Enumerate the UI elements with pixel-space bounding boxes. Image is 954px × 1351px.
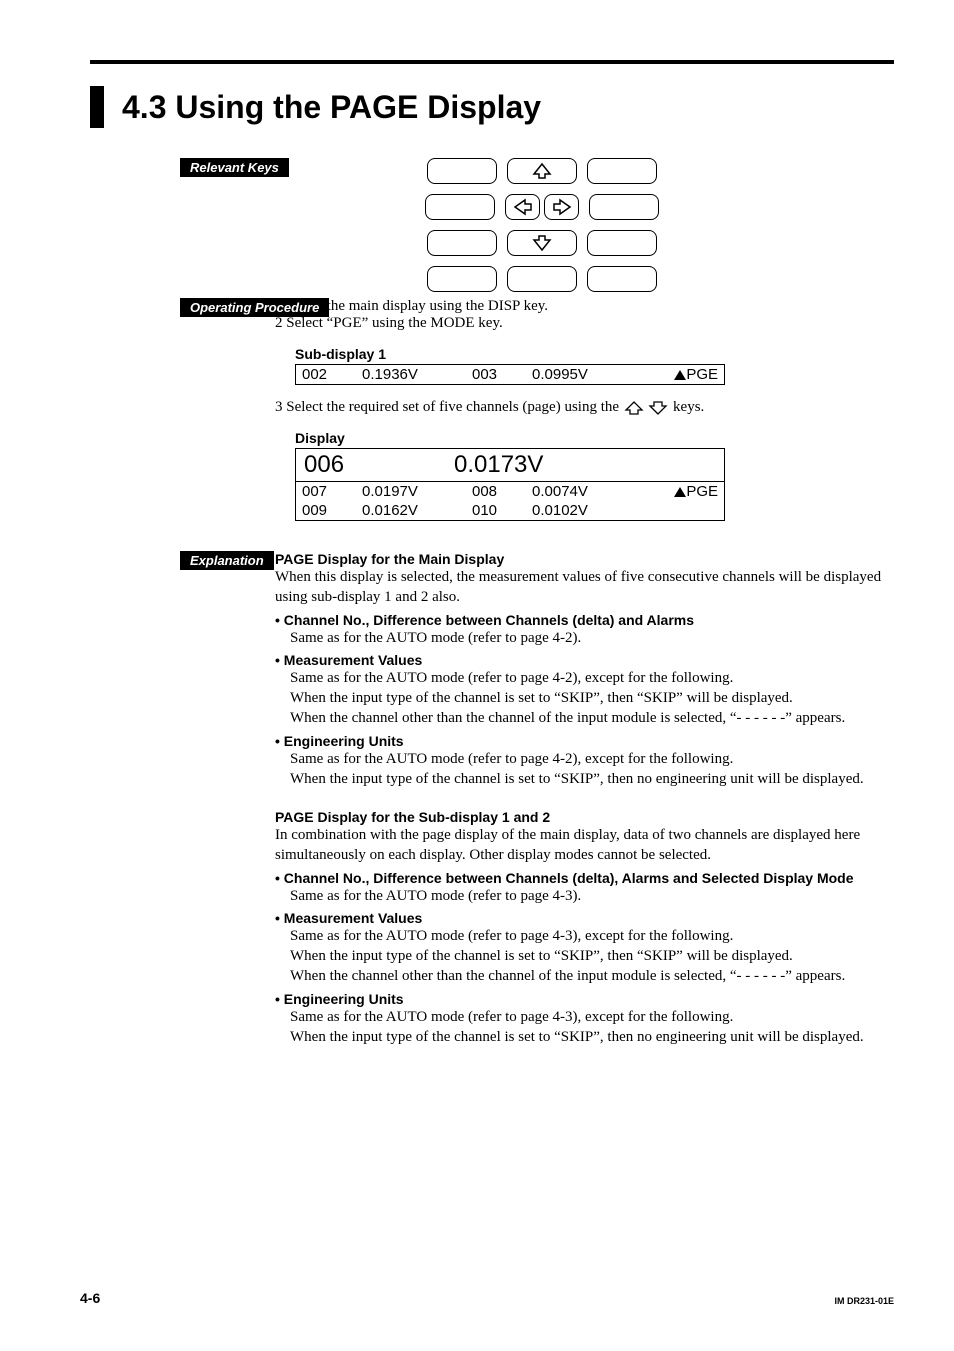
step-1: 1 Select the main display using the DISP… [275,298,894,315]
step-2: 2 Select “PGE” using the MODE key. [275,315,894,332]
triangle-up-icon [674,487,686,497]
section-title: 4.3 Using the PAGE Display [90,86,894,128]
keys-block [90,158,894,292]
bullet-body: When the input type of the channel is se… [290,769,894,789]
bullet-body: When the channel other than the channel … [290,708,894,728]
up-arrow-button[interactable] [507,158,577,184]
key-button[interactable] [427,266,497,292]
big-ch-cell: 006 [304,451,454,479]
exp-heading-main: PAGE Display for the Main Display [275,551,894,567]
left-arrow-icon [512,197,534,217]
bullet-channel-no-2: Channel No., Difference between Channels… [275,870,894,886]
exp-para: When this display is selected, the measu… [275,567,894,608]
mode-cell: PGE [642,366,718,383]
up-down-keys-icon [623,400,669,416]
up-arrow-icon [531,161,553,181]
key-button[interactable] [587,266,657,292]
bullet-body: When the channel other than the channel … [290,966,894,986]
val-cell: 0.1936V [362,366,472,383]
exp-heading-sub: PAGE Display for the Sub-display 1 and 2 [275,809,894,825]
bullet-measurement: Measurement Values [275,652,894,668]
key-button[interactable] [589,194,659,220]
ch-cell: 003 [472,366,532,383]
key-button[interactable] [587,158,657,184]
exp-para: In combination with the page display of … [275,825,894,866]
key-button[interactable] [425,194,495,220]
bullet-body: Same as for the AUTO mode (refer to page… [290,1007,894,1027]
explanation-label: Explanation [180,551,274,570]
val-cell: 0.0995V [532,366,642,383]
bullet-body: When the input type of the channel is se… [290,1027,894,1047]
down-arrow-icon [531,233,553,253]
val-cell: 0.0102V [532,502,642,519]
relevant-keys-section: Relevant Keys [90,158,894,298]
bullet-body: When the input type of the channel is se… [290,946,894,966]
explanation-section: Explanation PAGE Display for the Main Di… [90,551,894,1047]
triangle-up-icon [674,370,686,380]
key-button[interactable] [507,266,577,292]
key-button[interactable] [427,230,497,256]
bullet-body: Same as for the AUTO mode (refer to page… [290,749,894,769]
ch-cell: 008 [472,483,532,500]
big-val-cell: 0.0173V [454,451,543,479]
bullet-body: Same as for the AUTO mode (refer to page… [290,668,894,688]
val-cell: 0.0074V [532,483,642,500]
ch-cell: 002 [302,366,362,383]
ch-cell: 007 [302,483,362,500]
relevant-keys-label: Relevant Keys [180,158,289,177]
bullet-body: Same as for the AUTO mode (refer to page… [290,886,894,906]
key-button[interactable] [427,158,497,184]
top-rule [90,60,894,64]
bullet-measurement-2: Measurement Values [275,910,894,926]
operating-procedure-label: Operating Procedure [180,298,329,317]
left-arrow-button[interactable] [505,194,540,220]
main-display-box: 006 0.0173V 007 0.0197V 008 0.0074V PGE … [295,448,725,521]
val-cell: 0.0162V [362,502,472,519]
right-arrow-button[interactable] [544,194,579,220]
bullet-body: Same as for the AUTO mode (refer to page… [290,926,894,946]
bullet-body: Same as for the AUTO mode (refer to page… [290,628,894,648]
step-3: 3 Select the required set of five channe… [275,399,894,416]
mode-cell: PGE [642,483,718,500]
display-heading: Display [295,430,894,446]
down-arrow-button[interactable] [507,230,577,256]
operating-procedure-section: Operating Procedure 1 Select the main di… [90,298,894,521]
right-arrow-icon [551,197,573,217]
bullet-engineering: Engineering Units [275,733,894,749]
bullet-engineering-2: Engineering Units [275,991,894,1007]
bullet-channel-no: Channel No., Difference between Channels… [275,612,894,628]
document-id: IM DR231-01E [834,1296,894,1306]
page-number: 4-6 [80,1290,100,1306]
title-bar-icon [90,86,104,128]
title-text: 4.3 Using the PAGE Display [122,89,541,126]
sub-display-1-box: 002 0.1936V 003 0.0995V PGE [295,364,725,385]
ch-cell: 010 [472,502,532,519]
key-button[interactable] [587,230,657,256]
bullet-body: When the input type of the channel is se… [290,688,894,708]
ch-cell: 009 [302,502,362,519]
val-cell: 0.0197V [362,483,472,500]
sub-display-1-heading: Sub-display 1 [295,346,894,362]
